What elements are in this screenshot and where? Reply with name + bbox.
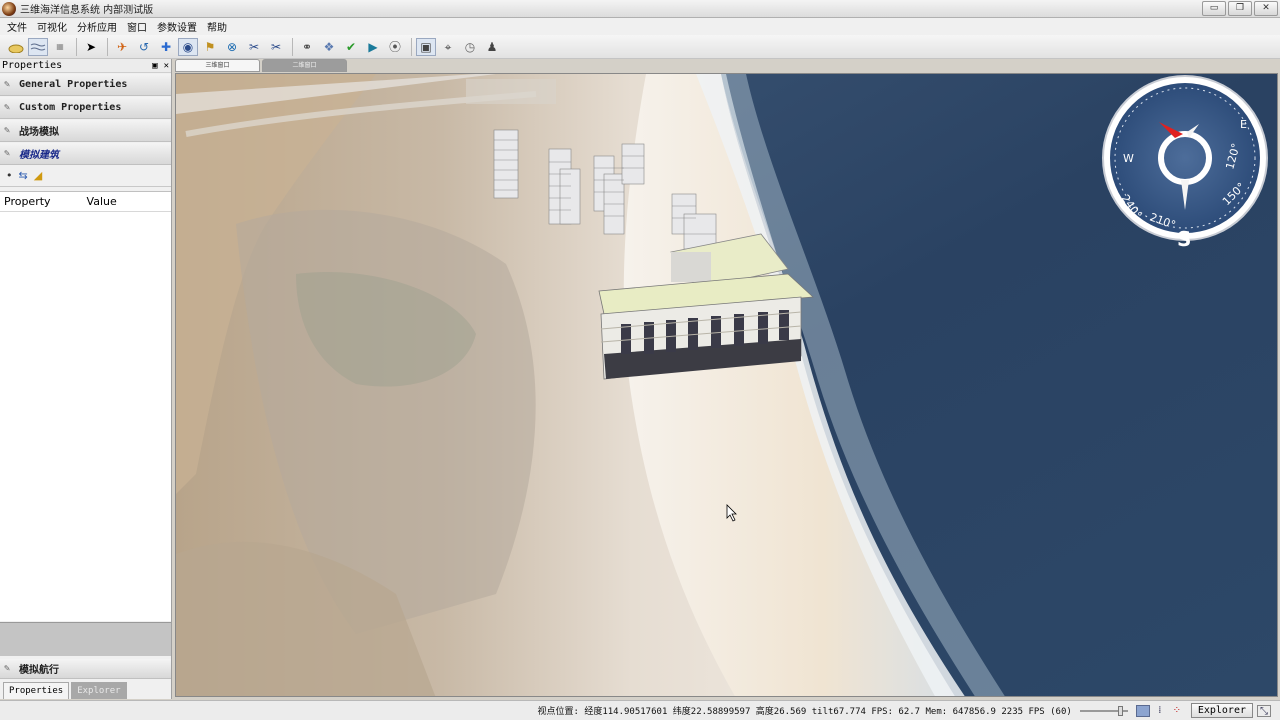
property-grid: Property Value — [0, 191, 171, 621]
menu-window[interactable]: 窗口 — [122, 19, 152, 34]
resize-grip-icon[interactable]: ⤡ — [1257, 704, 1271, 717]
column-value: Value — [86, 195, 117, 208]
split-view-icon[interactable]: ⁞ — [1153, 705, 1167, 717]
menu-bar: 文件 可视化 分析应用 窗口 参数设置 帮助 — [0, 18, 1280, 35]
section-building-sim[interactable]: ✎ 模拟建筑 — [0, 143, 171, 165]
minimize-button[interactable]: ▭ — [1202, 1, 1226, 16]
rotate-tool-icon[interactable]: ⇆ — [19, 169, 28, 182]
point-icon[interactable]: ⦿ — [385, 38, 405, 56]
tab-2d-window[interactable]: 二维窗口 — [262, 59, 347, 72]
clock-icon[interactable]: ◷ — [460, 38, 480, 56]
toolbar: ▦ ➤ ✈ ↺ ✚ ◉ ⚑ ⊗ ✂ ✂ ⚭ ❖ ✔ ▶ ⦿ ▣ ⌖ ◷ ♟ — [0, 35, 1280, 59]
cloud-icon[interactable] — [6, 38, 26, 56]
property-grid-header: Property Value — [0, 192, 171, 212]
panel-title: Properties — [2, 60, 63, 71]
measure-icon[interactable]: ⌖ — [438, 38, 458, 56]
panel-header: Properties ▣ ✕ — [0, 59, 171, 73]
add-icon[interactable]: ✚ — [156, 38, 176, 56]
play-icon[interactable]: ▶ — [363, 38, 383, 56]
menu-visualize[interactable]: 可视化 — [32, 19, 72, 34]
panel-tabs: Properties Explorer — [0, 679, 171, 699]
globe-icon[interactable]: ◉ — [178, 37, 198, 56]
edit-icon: ✎ — [4, 101, 11, 113]
tab-3d-window[interactable]: 三维窗口 — [175, 59, 260, 72]
point-tool-icon[interactable]: • — [6, 169, 13, 182]
screen-icon[interactable]: ▣ — [416, 37, 436, 56]
check-icon[interactable]: ✔ — [341, 38, 361, 56]
compass-mark-e: E — [1240, 118, 1247, 131]
window-title: 三维海洋信息系统 内部测试版 — [20, 5, 154, 16]
compass-mark-w: W — [1123, 152, 1134, 165]
column-property: Property — [4, 195, 51, 208]
close-button[interactable]: ✕ — [1254, 1, 1278, 16]
3d-viewport[interactable]: E S W 120° 150° 210° 240° — [175, 73, 1278, 697]
status-bar: 视点位置: 经度114.90517601 纬度22.58899597 高度26.… — [0, 700, 1280, 720]
menu-settings[interactable]: 参数设置 — [152, 19, 202, 34]
tab-explorer[interactable]: Explorer — [71, 682, 127, 699]
app-logo-icon — [2, 1, 16, 16]
water-layer-icon[interactable] — [28, 37, 48, 56]
fly-icon[interactable]: ✈ — [112, 38, 132, 56]
grid-icon[interactable]: ▦ — [50, 38, 70, 56]
properties-panel: Properties ▣ ✕ ✎ General Properties ✎ Cu… — [0, 59, 172, 699]
slider-thumb[interactable] — [1117, 705, 1123, 716]
title-bar: 三维海洋信息系统 内部测试版 ▭ ❐ ✕ — [0, 0, 1280, 18]
brush-tool-icon[interactable]: ◢ — [34, 169, 42, 182]
section-general-properties[interactable]: ✎ General Properties — [0, 74, 171, 96]
viewpoint-status: 视点位置: 经度114.90517601 纬度22.58899597 高度26.… — [537, 707, 1072, 717]
section-sim-navigation[interactable]: ✎ 模拟航行 — [0, 659, 171, 679]
cut-icon[interactable]: ✂ — [244, 38, 264, 56]
explorer-button[interactable]: Explorer — [1190, 703, 1253, 718]
close-circle-icon[interactable]: ⊗ — [222, 38, 242, 56]
tab-properties[interactable]: Properties — [3, 682, 70, 699]
menu-file[interactable]: 文件 — [2, 19, 32, 34]
section-custom-properties[interactable]: ✎ Custom Properties — [0, 97, 171, 119]
section-tools: • ⇆ ◢ — [0, 165, 171, 187]
binoculars-icon[interactable]: ⚭ — [297, 38, 317, 56]
quad-view-icon[interactable]: ⁘ — [1170, 705, 1184, 717]
edit-icon: ✎ — [4, 662, 11, 674]
flag-icon[interactable]: ⚑ — [200, 38, 220, 56]
zoom-slider[interactable] — [1079, 705, 1128, 716]
model-icon[interactable]: ❖ — [319, 38, 339, 56]
compass-mark-s: S — [1177, 227, 1191, 251]
person-icon[interactable]: ♟ — [482, 38, 502, 56]
restore-button[interactable]: ❐ — [1228, 1, 1252, 16]
edit-icon: ✎ — [4, 78, 11, 90]
pin-icon[interactable]: ▣ — [152, 61, 157, 71]
edit-icon: ✎ — [4, 124, 11, 136]
pointer-icon[interactable]: ➤ — [81, 38, 101, 56]
document-tabs: 三维窗口 二维窗口 — [175, 59, 347, 73]
section-battlefield-sim[interactable]: ✎ 战场模拟 — [0, 120, 171, 142]
description-area — [0, 622, 171, 656]
undo-icon[interactable]: ↺ — [134, 38, 154, 56]
scissors-icon[interactable]: ✂ — [266, 38, 286, 56]
panel-close-icon[interactable]: ✕ — [164, 61, 169, 71]
single-view-icon[interactable] — [1135, 704, 1150, 717]
menu-help[interactable]: 帮助 — [202, 19, 232, 34]
menu-analysis[interactable]: 分析应用 — [72, 19, 122, 34]
edit-icon: ✎ — [4, 147, 11, 159]
